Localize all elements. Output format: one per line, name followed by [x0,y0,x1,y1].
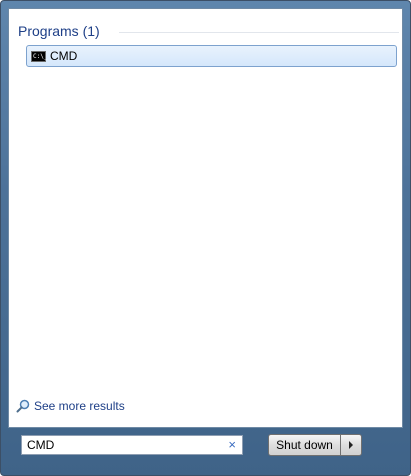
search-box[interactable]: × [21,435,243,455]
shutdown-options-button[interactable] [340,434,362,456]
see-more-results-link[interactable]: See more results [16,399,125,413]
right-arrow-icon [349,441,353,449]
program-result-label: CMD [50,49,78,63]
cmd-icon: C:\_ [31,50,48,62]
shutdown-button[interactable]: Shut down [268,434,340,456]
search-input[interactable] [22,438,217,452]
shutdown-control: Shut down [268,434,362,456]
programs-section-header: Programs (1) [18,23,100,39]
section-divider [119,32,399,33]
see-more-results-label: See more results [34,399,125,413]
search-results-panel: Programs (1) C:\_ CMD See more results [8,8,403,428]
clear-search-icon[interactable]: × [228,437,236,453]
start-menu-frame: Programs (1) C:\_ CMD See more results ×… [0,0,411,476]
search-icon [16,399,30,413]
program-result-cmd[interactable]: C:\_ CMD [26,45,397,67]
